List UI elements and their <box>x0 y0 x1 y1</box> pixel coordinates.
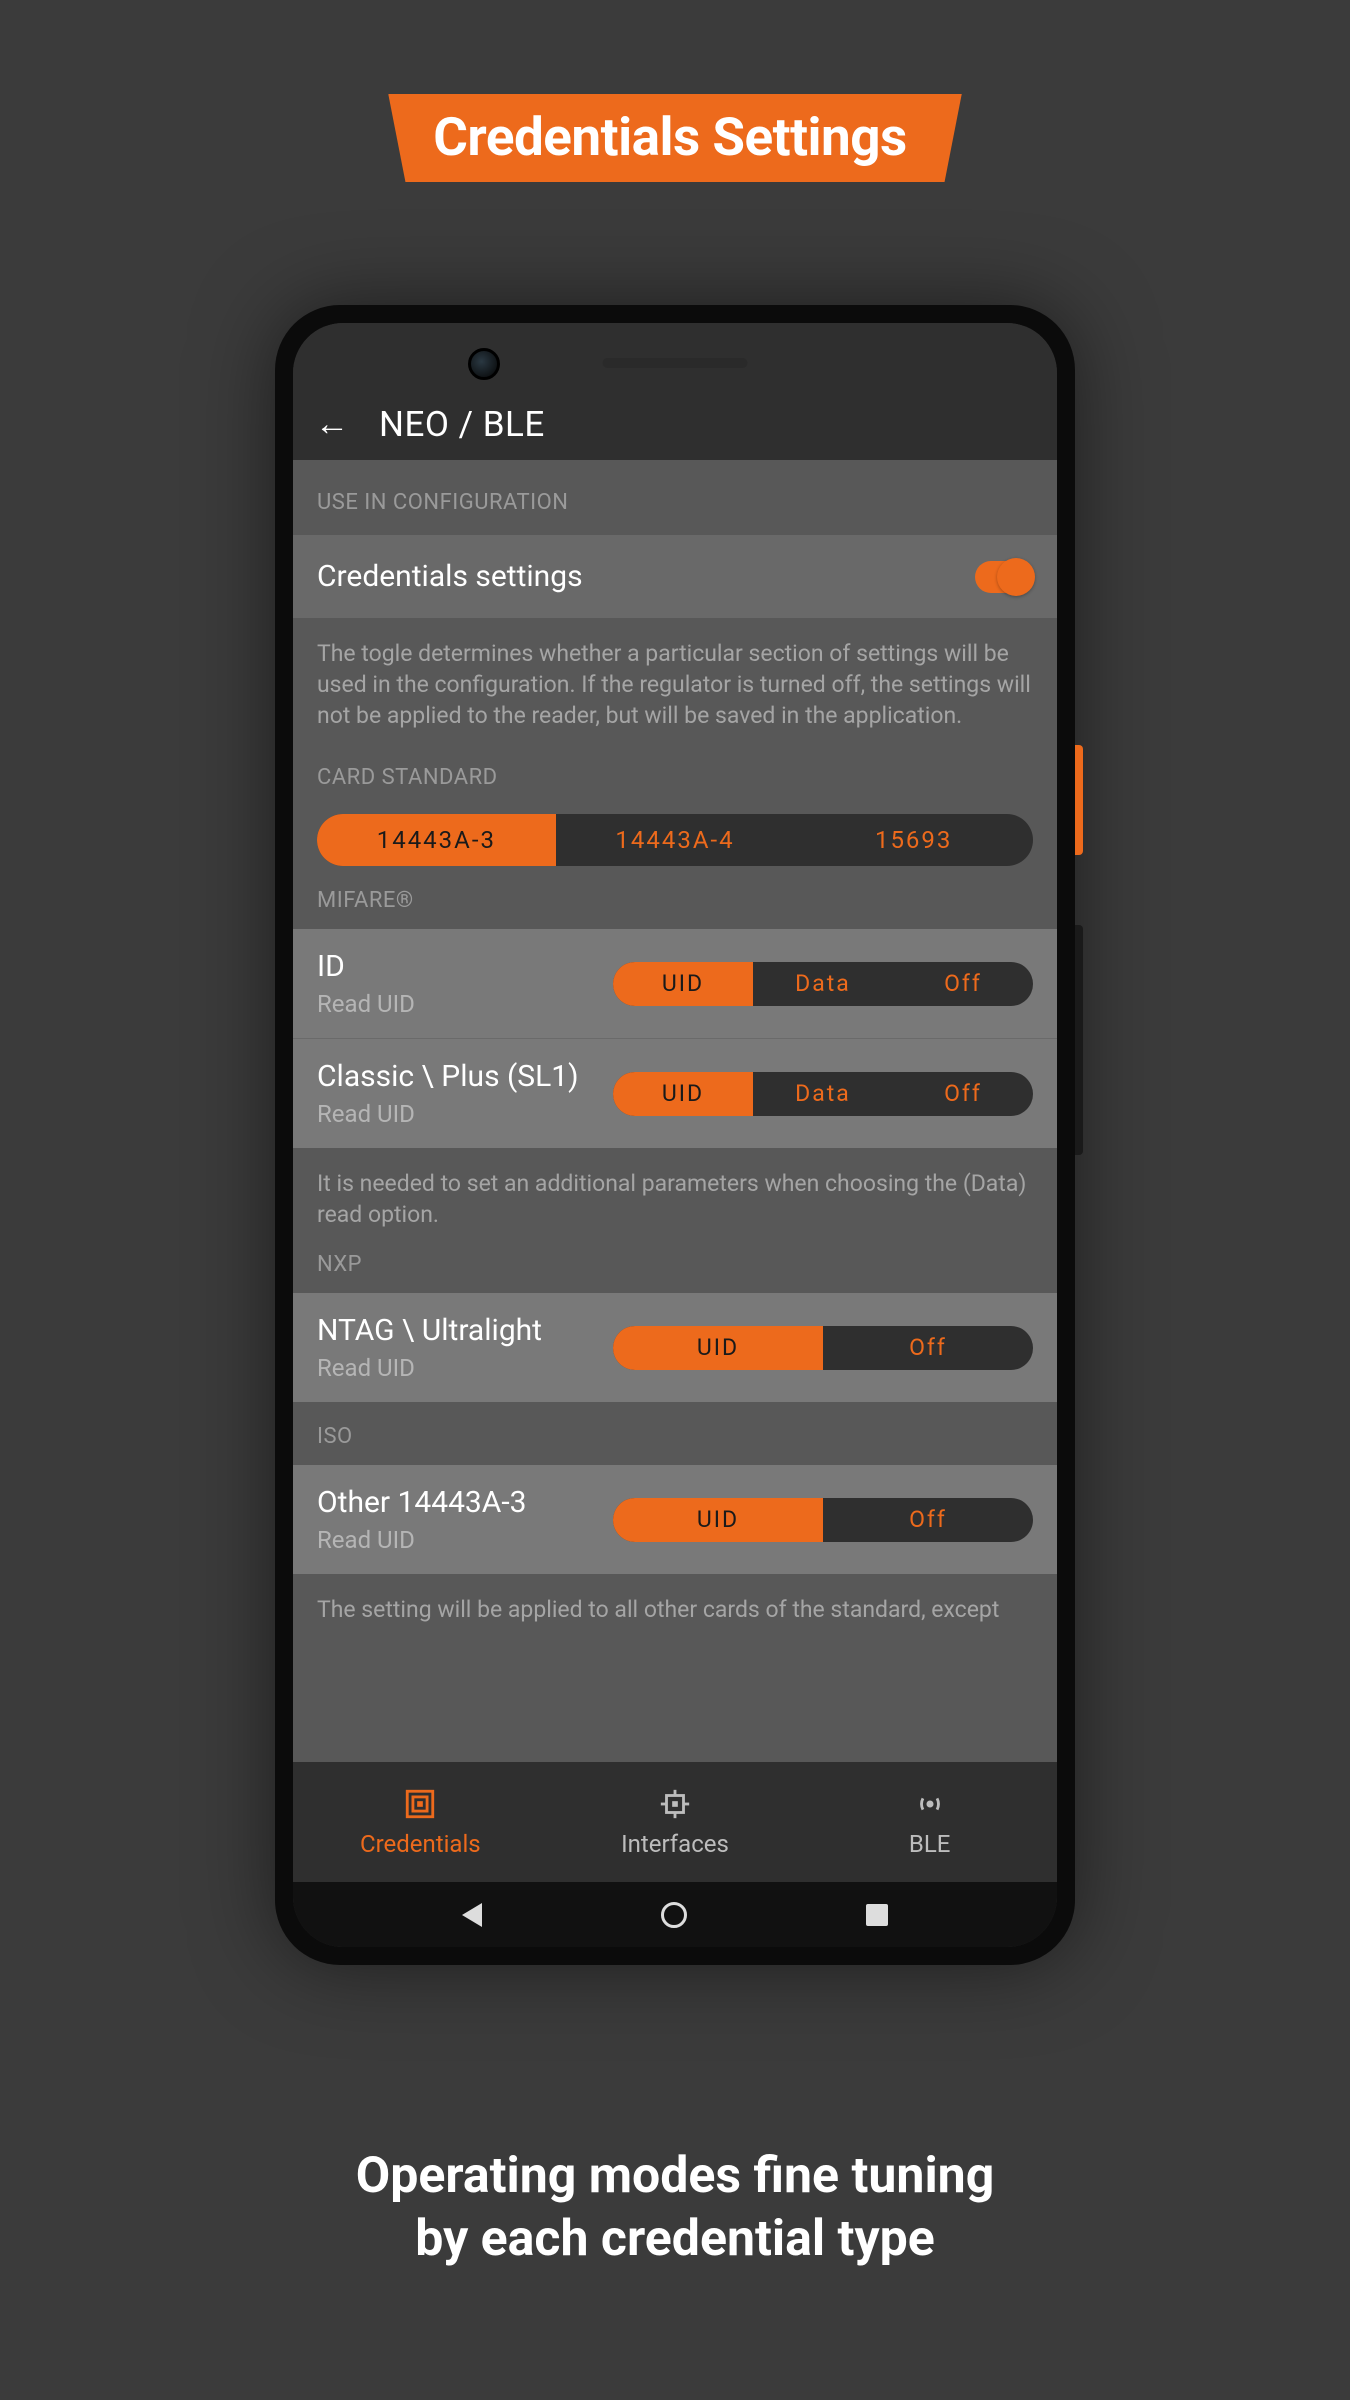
nav-interfaces[interactable]: Interfaces <box>548 1762 803 1882</box>
speaker-grill <box>603 358 748 368</box>
nav-label: BLE <box>909 1830 951 1858</box>
nav-label: Interfaces <box>621 1830 729 1858</box>
android-home-icon[interactable] <box>661 1902 687 1928</box>
row-nxp-ntag: NTAG \ Ultralight Read UID UID Off <box>293 1293 1057 1402</box>
ntag-mode-segment: UID Off <box>613 1326 1033 1370</box>
nav-credentials[interactable]: Credentials <box>293 1762 548 1882</box>
credentials-toggle-label: Credentials settings <box>317 559 583 594</box>
app-bar-title: NEO / BLE <box>379 404 545 445</box>
row-title: NTAG \ Ultralight <box>317 1313 542 1348</box>
section-use-in-config: USE IN CONFIGURATION <box>293 460 1057 535</box>
other-mode-segment: UID Off <box>613 1498 1033 1542</box>
android-back-icon[interactable] <box>462 1903 482 1927</box>
android-nav-bar <box>293 1882 1057 1947</box>
nav-ble[interactable]: BLE <box>802 1762 1057 1882</box>
opt-data[interactable]: Data <box>753 1072 893 1116</box>
row-sub: Read UID <box>317 1526 527 1554</box>
opt-uid[interactable]: UID <box>613 962 753 1006</box>
section-card-standard: CARD STANDARD <box>293 743 1057 806</box>
promo-banner: Credentials Settings <box>388 94 962 182</box>
opt-off[interactable]: Off <box>893 1072 1033 1116</box>
opt-uid[interactable]: UID <box>613 1326 823 1370</box>
broadcast-icon <box>912 1786 948 1822</box>
camera-notch <box>468 348 500 380</box>
row-iso-other: Other 14443A-3 Read UID UID Off <box>293 1465 1057 1574</box>
nav-label: Credentials <box>360 1830 481 1858</box>
row-sub: Read UID <box>317 1354 542 1382</box>
opt-off[interactable]: Off <box>823 1326 1033 1370</box>
row-sub: Read UID <box>317 1100 579 1128</box>
id-mode-segment: UID Data Off <box>613 962 1033 1006</box>
caption-line2: by each credential type <box>415 2210 935 2268</box>
row-title: ID <box>317 949 415 984</box>
opt-uid[interactable]: UID <box>613 1072 753 1116</box>
status-bar <box>293 323 1057 388</box>
back-arrow-icon[interactable]: ← <box>315 404 349 444</box>
section-iso: ISO <box>293 1402 1057 1465</box>
promo-caption: Operating modes fine tuning by each cred… <box>0 2145 1350 2270</box>
credentials-toggle-row[interactable]: Credentials settings <box>293 535 1057 618</box>
row-mifare-id: ID Read UID UID Data Off <box>293 929 1057 1038</box>
bottom-nav: Credentials Interfaces BLE <box>293 1762 1057 1882</box>
opt-data[interactable]: Data <box>753 962 893 1006</box>
row-mifare-classic: Classic \ Plus (SL1) Read UID UID Data O… <box>293 1038 1057 1148</box>
caption-line1: Operating modes fine tuning <box>356 2147 995 2205</box>
opt-off[interactable]: Off <box>823 1498 1033 1542</box>
iso-note: The setting will be applied to all other… <box>293 1574 1057 1625</box>
android-recents-icon[interactable] <box>866 1904 888 1926</box>
credentials-toggle-desc: The togle determines whether a particula… <box>293 618 1057 743</box>
row-title: Other 14443A-3 <box>317 1485 527 1520</box>
opt-uid[interactable]: UID <box>613 1498 823 1542</box>
volume-button <box>1075 925 1083 1155</box>
card-standard-opt-14443a4[interactable]: 14443A-4 <box>556 814 795 866</box>
row-title: Classic \ Plus (SL1) <box>317 1059 579 1094</box>
content-scroll[interactable]: USE IN CONFIGURATION Credentials setting… <box>293 460 1057 1762</box>
opt-off[interactable]: Off <box>893 962 1033 1006</box>
toggle-switch[interactable] <box>975 561 1033 593</box>
row-sub: Read UID <box>317 990 415 1018</box>
card-standard-segment: 14443A-3 14443A-4 15693 <box>317 814 1033 866</box>
credentials-icon <box>402 1786 438 1822</box>
section-nxp: NXP <box>293 1242 1057 1293</box>
section-mifare: MIFARE® <box>293 866 1057 929</box>
power-button <box>1075 745 1083 855</box>
card-standard-opt-15693[interactable]: 15693 <box>794 814 1033 866</box>
classic-mode-segment: UID Data Off <box>613 1072 1033 1116</box>
chip-icon <box>657 1786 693 1822</box>
phone-frame: ← NEO / BLE USE IN CONFIGURATION Credent… <box>275 305 1075 1965</box>
app-bar: ← NEO / BLE <box>293 388 1057 460</box>
mifare-note: It is needed to set an additional parame… <box>293 1148 1057 1242</box>
card-standard-opt-14443a3[interactable]: 14443A-3 <box>317 814 556 866</box>
